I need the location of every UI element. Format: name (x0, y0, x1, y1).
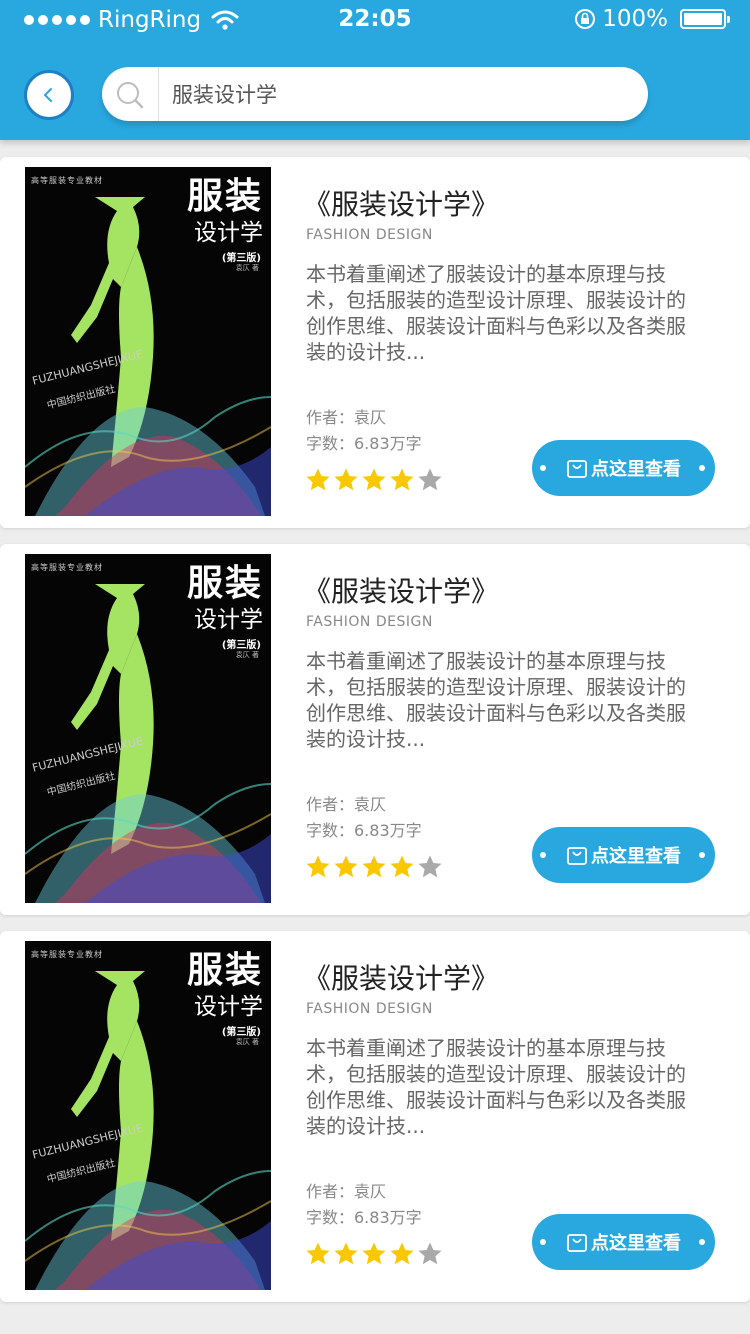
back-button[interactable] (24, 70, 74, 120)
book-subtitle: FASHION DESIGN (306, 1001, 433, 1017)
cover-author: 袁仄 著 (235, 264, 259, 272)
view-button[interactable]: 点这里查看 (532, 440, 715, 496)
book-title[interactable]: 《服装设计学》 (303, 183, 499, 223)
rating-stars (305, 854, 443, 880)
cover-title-big: 服装 (186, 950, 263, 991)
book-card[interactable]: 高等服装专业教材 服装 设计学 (第三版) 袁仄 著 FUZHUANGSHEJI… (0, 931, 750, 1302)
book-subtitle: FASHION DESIGN (306, 227, 433, 243)
book-author: 作者：袁仄 (306, 795, 387, 814)
search-icon[interactable] (114, 79, 146, 111)
button-dot-right (699, 852, 705, 858)
book-word-count: 字数：6.83万字 (306, 821, 422, 840)
star-filled-icon (334, 468, 358, 491)
button-dot-left (540, 1239, 546, 1245)
cover-edition: (第三版) (221, 253, 261, 264)
cover-title-sub: 设计学 (194, 607, 263, 633)
book-info: 《服装设计学》 FASHION DESIGN 本书着重阐述了服装设计的基本原理与… (303, 544, 723, 915)
book-word-count: 字数：6.83万字 (306, 434, 422, 453)
cover-title-big: 服装 (186, 176, 263, 217)
star-filled-icon (334, 855, 358, 878)
star-filled-icon (306, 1242, 330, 1265)
top-bar: RingRing 22:05 100% (0, 0, 750, 140)
cover-author: 袁仄 著 (235, 1038, 259, 1046)
search-bar[interactable] (102, 67, 648, 121)
rotation-lock-icon (575, 9, 596, 29)
star-filled-icon (362, 1242, 386, 1265)
view-button-label: 点这里查看 (591, 1233, 681, 1254)
button-dot-right (699, 1239, 705, 1245)
cover-title-big: 服装 (186, 563, 263, 604)
book-author: 作者：袁仄 (306, 408, 387, 427)
book-info: 《服装设计学》 FASHION DESIGN 本书着重阐述了服装设计的基本原理与… (303, 931, 723, 1302)
status-bar: RingRing 22:05 100% (0, 0, 750, 40)
button-dot-left (540, 465, 546, 471)
book-card[interactable]: 高等服装专业教材 服装 设计学 (第三版) 袁仄 著 FUZHUANGSHEJI… (0, 157, 750, 528)
battery-percent: 100% (602, 6, 668, 32)
book-list: 高等服装专业教材 服装 设计学 (第三版) 袁仄 著 FUZHUANGSHEJI… (0, 157, 750, 1318)
rating-stars (305, 1241, 443, 1267)
cover-series-text: 高等服装专业教材 (31, 563, 103, 572)
cover-author: 袁仄 著 (235, 651, 259, 659)
star-empty-icon (418, 855, 442, 878)
book-description: 本书着重阐述了服装设计的基本原理与技术，包括服装的造型设计原理、服装设计的创作思… (306, 1036, 686, 1138)
star-filled-icon (390, 855, 414, 878)
star-filled-icon (362, 855, 386, 878)
book-cover[interactable]: 高等服装专业教材 服装 设计学 (第三版) 袁仄 著 FUZHUANGSHEJI… (25, 941, 271, 1290)
view-button[interactable]: 点这里查看 (532, 827, 715, 883)
book-word-count: 字数：6.83万字 (306, 1208, 422, 1227)
view-button[interactable]: 点这里查看 (532, 1214, 715, 1270)
star-filled-icon (390, 468, 414, 491)
view-button-label: 点这里查看 (591, 846, 681, 867)
chevron-left-icon (44, 88, 52, 102)
book-description: 本书着重阐述了服装设计的基本原理与技术，包括服装的造型设计原理、服装设计的创作思… (306, 649, 686, 751)
cover-title-sub: 设计学 (194, 994, 263, 1020)
shopping-bag-icon (567, 1234, 587, 1252)
star-filled-icon (306, 855, 330, 878)
star-filled-icon (334, 1242, 358, 1265)
star-filled-icon (362, 468, 386, 491)
cover-edition: (第三版) (221, 640, 261, 651)
book-cover[interactable]: 高等服装专业教材 服装 设计学 (第三版) 袁仄 著 FUZHUANGSHEJI… (25, 554, 271, 903)
search-divider (158, 67, 159, 121)
shopping-bag-icon (567, 847, 587, 865)
book-description: 本书着重阐述了服装设计的基本原理与技术，包括服装的造型设计原理、服装设计的创作思… (306, 262, 686, 364)
button-dot-left (540, 852, 546, 858)
status-right: 100% (574, 6, 730, 32)
cover-title-sub: 设计学 (194, 220, 263, 246)
star-filled-icon (390, 1242, 414, 1265)
cover-series-text: 高等服装专业教材 (31, 950, 103, 959)
book-card[interactable]: 高等服装专业教材 服装 设计学 (第三版) 袁仄 著 FUZHUANGSHEJI… (0, 544, 750, 915)
rating-stars (305, 467, 443, 493)
book-author: 作者：袁仄 (306, 1182, 387, 1201)
star-filled-icon (306, 468, 330, 491)
book-title[interactable]: 《服装设计学》 (303, 957, 499, 997)
battery-icon (680, 9, 730, 29)
book-info: 《服装设计学》 FASHION DESIGN 本书着重阐述了服装设计的基本原理与… (303, 157, 723, 528)
cover-edition: (第三版) (221, 1027, 261, 1038)
star-empty-icon (418, 1242, 442, 1265)
book-subtitle: FASHION DESIGN (306, 614, 433, 630)
shopping-bag-icon (567, 460, 587, 478)
book-cover[interactable]: 高等服装专业教材 服装 设计学 (第三版) 袁仄 著 FUZHUANGSHEJI… (25, 167, 271, 516)
search-input[interactable] (172, 75, 632, 113)
cover-series-text: 高等服装专业教材 (31, 176, 103, 185)
star-empty-icon (418, 468, 442, 491)
button-dot-right (699, 465, 705, 471)
book-title[interactable]: 《服装设计学》 (303, 570, 499, 610)
view-button-label: 点这里查看 (591, 459, 681, 480)
